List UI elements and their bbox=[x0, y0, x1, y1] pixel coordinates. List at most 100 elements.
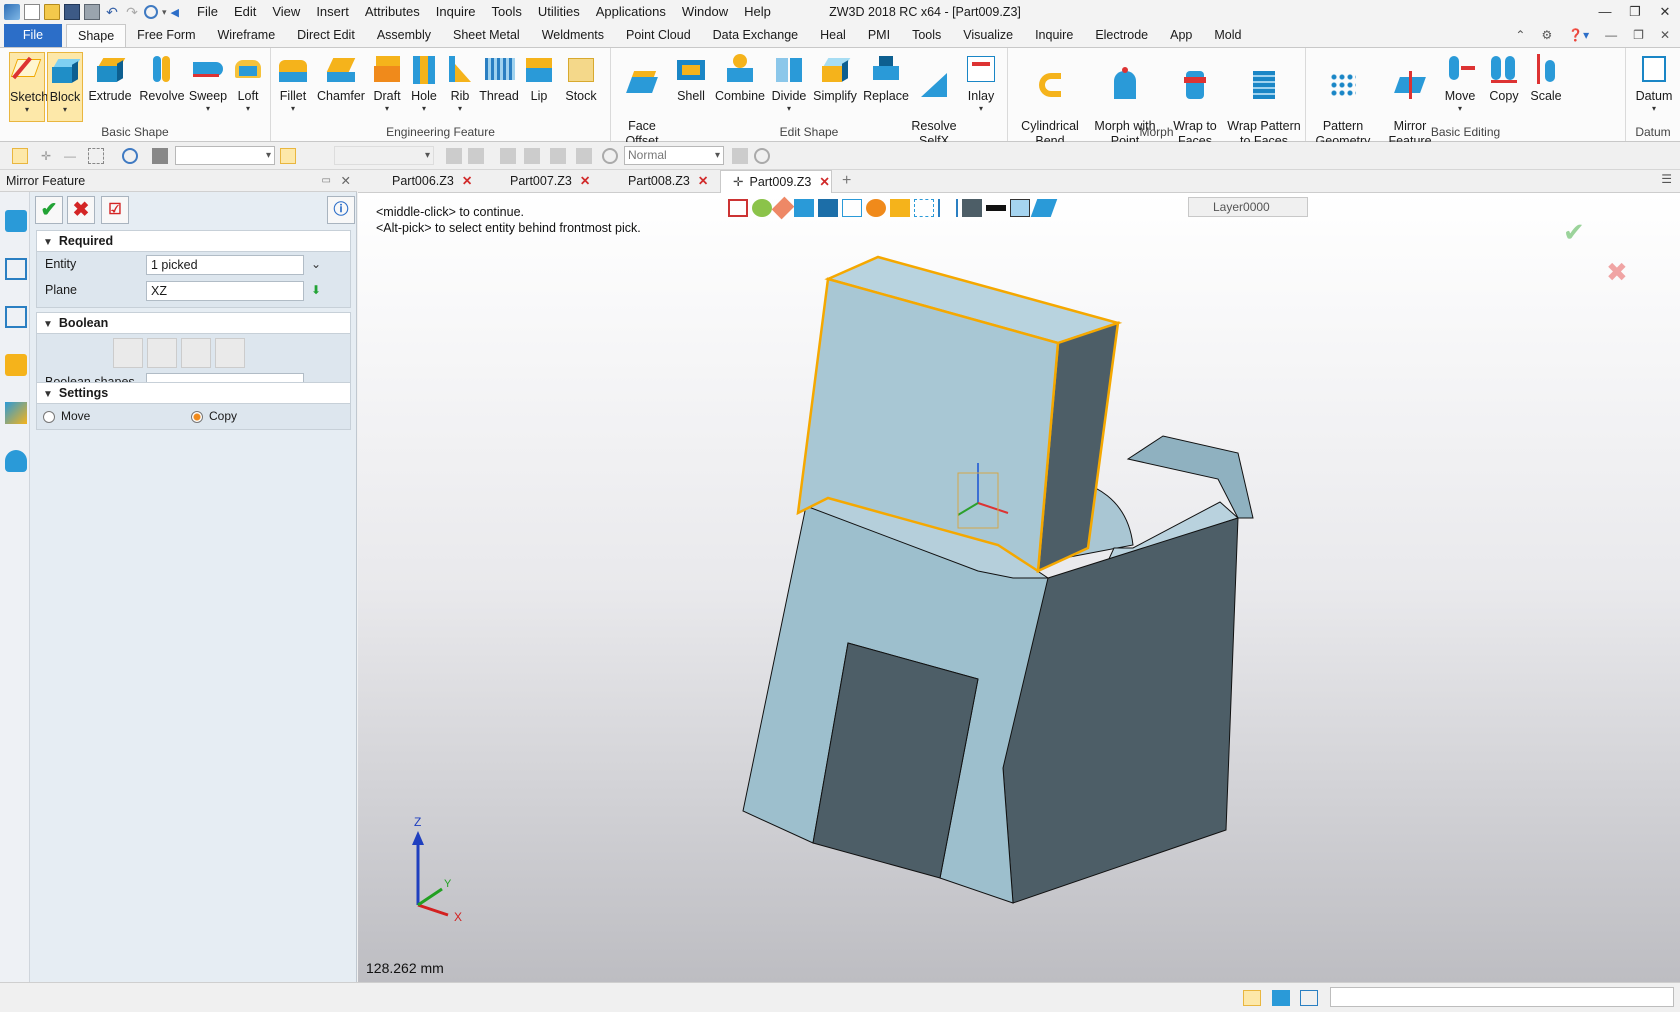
panel-close-icon[interactable]: ✕ bbox=[1660, 24, 1670, 47]
new-tab-icon[interactable]: + bbox=[842, 172, 851, 190]
open-file-icon[interactable] bbox=[44, 4, 60, 20]
plane-pick-icon[interactable]: ⬇ bbox=[311, 283, 321, 297]
settings-gear-icon[interactable]: ⚙ bbox=[1541, 24, 1552, 47]
tab-free-form[interactable]: Free Form bbox=[126, 24, 206, 47]
menu-applications[interactable]: Applications bbox=[588, 0, 674, 24]
tab-inquire[interactable]: Inquire bbox=[1024, 24, 1084, 47]
tab-point-cloud[interactable]: Point Cloud bbox=[615, 24, 702, 47]
crosshair-icon[interactable]: ✛ bbox=[38, 148, 54, 164]
sweep-button[interactable]: Sweep ▾ bbox=[188, 52, 228, 113]
tab-direct-edit[interactable]: Direct Edit bbox=[286, 24, 366, 47]
boolean-header[interactable]: ▼ Boolean bbox=[36, 312, 351, 334]
help-icon[interactable]: ❓▾ bbox=[1568, 24, 1589, 47]
back-arrow-icon[interactable]: ◀ bbox=[171, 6, 179, 19]
status-display-icon[interactable] bbox=[1272, 990, 1290, 1006]
tab-close-icon[interactable]: ✕ bbox=[698, 174, 708, 188]
pick-filter-icon[interactable] bbox=[12, 148, 28, 164]
render-mode-combo[interactable]: Normal bbox=[624, 146, 724, 165]
tab-shape[interactable]: Shape bbox=[66, 24, 127, 47]
tab-visualize[interactable]: Visualize bbox=[952, 24, 1024, 47]
settings-icon[interactable] bbox=[602, 148, 618, 164]
reset-icon[interactable] bbox=[550, 148, 566, 164]
tab-file[interactable]: File bbox=[4, 24, 62, 47]
panel-close-icon[interactable]: ✕ bbox=[341, 170, 351, 192]
visual-manager-icon[interactable] bbox=[5, 402, 27, 424]
scale-button[interactable]: Scale bbox=[1526, 52, 1566, 104]
tab-close-icon[interactable]: ✕ bbox=[580, 174, 590, 188]
ok-button[interactable]: ✔ bbox=[35, 196, 63, 224]
extrude-button[interactable]: Extrude bbox=[88, 52, 132, 104]
thread-button[interactable]: Thread bbox=[479, 52, 519, 104]
pin-icon[interactable] bbox=[576, 148, 592, 164]
tab-tools[interactable]: Tools bbox=[901, 24, 952, 47]
history-tree-icon[interactable] bbox=[5, 258, 27, 280]
tab-data-exchange[interactable]: Data Exchange bbox=[702, 24, 809, 47]
revolve-button[interactable]: Revolve bbox=[138, 52, 186, 104]
tab-mold[interactable]: Mold bbox=[1203, 24, 1252, 47]
chamfer-button[interactable]: Chamfer bbox=[315, 52, 367, 104]
model-boss-top[interactable] bbox=[1126, 435, 1254, 519]
print-icon[interactable] bbox=[84, 4, 100, 20]
tab-assembly[interactable]: Assembly bbox=[366, 24, 442, 47]
status-tree-icon[interactable] bbox=[1243, 990, 1261, 1006]
hole-button[interactable]: Hole ▾ bbox=[407, 52, 441, 113]
menu-insert[interactable]: Insert bbox=[308, 0, 357, 24]
status-list-icon[interactable] bbox=[1300, 990, 1318, 1006]
move-button[interactable]: Move ▾ bbox=[1440, 52, 1480, 113]
tab-heal[interactable]: Heal bbox=[809, 24, 857, 47]
save-icon[interactable] bbox=[64, 4, 80, 20]
draft-button[interactable]: Draft ▾ bbox=[369, 52, 405, 113]
cancel-button[interactable]: ✖ bbox=[67, 196, 95, 224]
block-button[interactable]: Block ▾ bbox=[47, 52, 83, 122]
loft-button[interactable]: Loft ▾ bbox=[230, 52, 266, 113]
doc-tab-part007[interactable]: Part007.Z3 ✕ bbox=[476, 170, 590, 193]
part-icon[interactable] bbox=[5, 354, 27, 376]
boolean-intersect-icon[interactable] bbox=[215, 338, 245, 368]
assembly-tree-icon[interactable] bbox=[5, 306, 27, 328]
menu-edit[interactable]: Edit bbox=[226, 0, 264, 24]
redo-icon[interactable]: ↷ bbox=[124, 4, 140, 20]
expand-chevron-icon[interactable]: ⌄ bbox=[311, 257, 321, 271]
smart-pick-icon[interactable] bbox=[280, 148, 296, 164]
entity-field[interactable]: 1 picked bbox=[146, 255, 304, 275]
copy-radio[interactable] bbox=[191, 411, 203, 423]
lasso-icon[interactable] bbox=[122, 148, 138, 164]
close-icon[interactable]: ✕ bbox=[1650, 0, 1680, 24]
sketch-button[interactable]: Sketch ▾ bbox=[9, 52, 48, 122]
simplify-button[interactable]: Simplify bbox=[811, 52, 859, 104]
undo-icon[interactable]: ↶ bbox=[104, 4, 120, 20]
plane-field[interactable]: XZ bbox=[146, 281, 304, 301]
menu-utilities[interactable]: Utilities bbox=[530, 0, 588, 24]
distribute-icon[interactable] bbox=[524, 148, 540, 164]
tab-pmi[interactable]: PMI bbox=[857, 24, 901, 47]
shell-button[interactable]: Shell bbox=[671, 52, 711, 104]
options-gear-icon[interactable] bbox=[754, 148, 770, 164]
cursor-icon[interactable] bbox=[732, 148, 748, 164]
user-icon[interactable] bbox=[5, 450, 27, 472]
menu-help[interactable]: Help bbox=[736, 0, 779, 24]
tab-close-icon[interactable]: ✕ bbox=[462, 174, 472, 188]
tab-electrode[interactable]: Electrode bbox=[1084, 24, 1159, 47]
fillet-button[interactable]: Fillet ▾ bbox=[273, 52, 313, 113]
reload-icon[interactable] bbox=[144, 5, 158, 19]
doc-tab-part008[interactable]: Part008.Z3 ✕ bbox=[594, 170, 708, 193]
settings-header[interactable]: ▼ Settings bbox=[36, 382, 351, 404]
restore-icon[interactable]: ❐ bbox=[1620, 0, 1650, 24]
align-icon[interactable] bbox=[500, 148, 516, 164]
info-button[interactable]: ⓘ bbox=[327, 196, 355, 224]
tab-app[interactable]: App bbox=[1159, 24, 1203, 47]
app-icon[interactable] bbox=[4, 4, 20, 20]
snap-grid-icon[interactable] bbox=[468, 148, 484, 164]
doc-tab-part006[interactable]: Part006.Z3 ✕ bbox=[358, 170, 472, 193]
tab-wireframe[interactable]: Wireframe bbox=[207, 24, 287, 47]
move-radio[interactable] bbox=[43, 411, 55, 423]
menu-inquire[interactable]: Inquire bbox=[428, 0, 484, 24]
dropdown-arrow-icon[interactable]: ▾ bbox=[162, 7, 167, 18]
boolean-remove-icon[interactable] bbox=[181, 338, 211, 368]
line-icon[interactable]: — bbox=[62, 148, 78, 164]
3d-canvas[interactable]: Layer0000 <middle-click> to continue. <A… bbox=[358, 193, 1680, 982]
filter-combo[interactable] bbox=[175, 146, 275, 165]
menu-view[interactable]: View bbox=[264, 0, 308, 24]
menu-tools[interactable]: Tools bbox=[484, 0, 530, 24]
boolean-add-icon[interactable] bbox=[147, 338, 177, 368]
